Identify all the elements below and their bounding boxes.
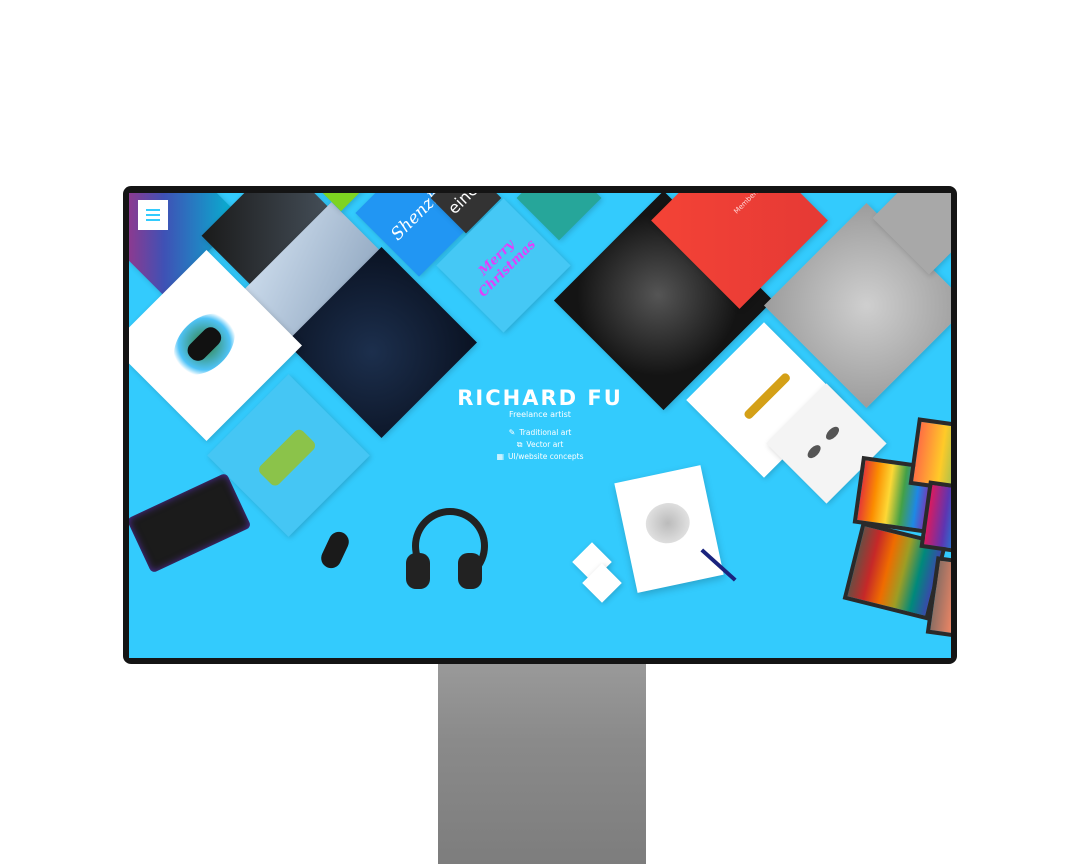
monitor-stand — [438, 660, 646, 864]
keyboard-image — [129, 472, 252, 574]
hamburger-icon-bar — [146, 219, 160, 221]
pencil-icon: ✎ — [508, 428, 516, 437]
christmas-text: Merry Christmas — [475, 237, 539, 301]
mouse-image — [317, 528, 353, 572]
layout-grid-icon: ▦ — [496, 452, 505, 461]
headphones-image — [404, 508, 488, 598]
site-title: RICHARD FU — [457, 386, 623, 410]
feature-list: ✎ Traditional art ⧉ Vector art ▦ UI/webs… — [429, 427, 651, 463]
feature-label: UI/website concepts — [508, 452, 584, 461]
menu-button[interactable] — [138, 200, 168, 230]
hamburger-icon-bar — [146, 214, 160, 216]
members-text: Members — [732, 193, 762, 216]
feature-traditional-art[interactable]: ✎ Traditional art — [429, 427, 651, 439]
hamburger-icon-bar — [146, 209, 160, 211]
feature-label: Vector art — [526, 440, 564, 449]
vector-shapes-icon: ⧉ — [516, 440, 523, 449]
feature-ui-website[interactable]: ▦ UI/website concepts — [429, 451, 651, 463]
cat-sketch-image — [614, 465, 724, 593]
feature-vector-art[interactable]: ⧉ Vector art — [429, 439, 651, 451]
feature-label: Traditional art — [519, 428, 572, 437]
site-subtitle: Freelance artist — [509, 410, 571, 419]
eine-text: eine — [444, 193, 482, 218]
website-screen: Shenzhen eine Merry Christmas Members RI… — [129, 193, 951, 658]
hero-brand: RICHARD FU Freelance artist ✎ Traditiona… — [429, 386, 651, 463]
